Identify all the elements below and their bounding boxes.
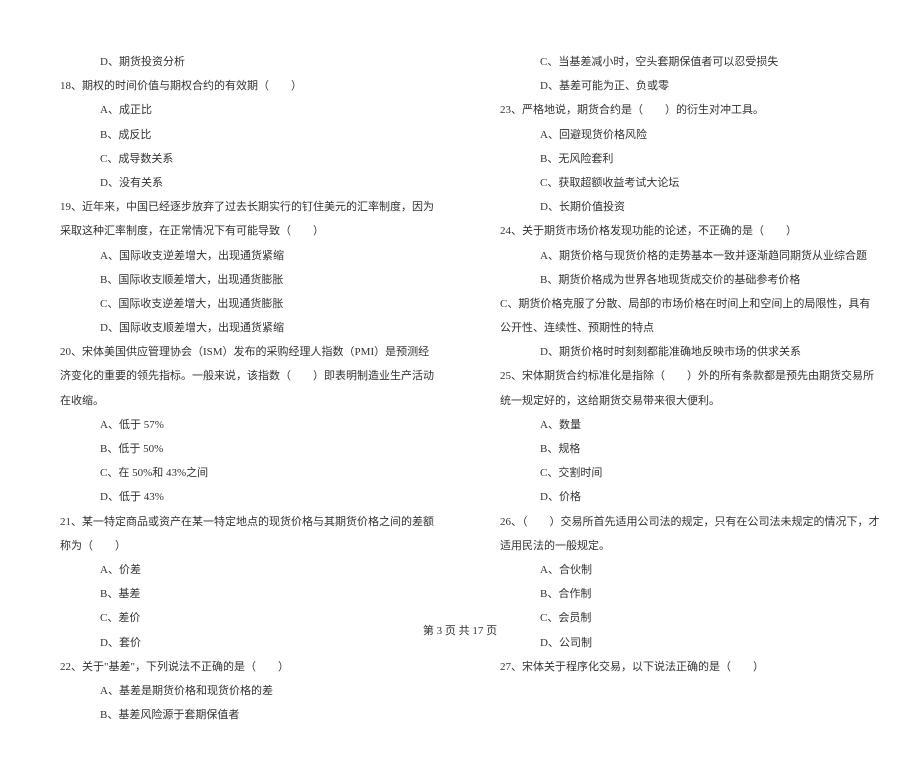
option-a: A、基差是期货价格和现货价格的差 <box>60 679 440 703</box>
option-b: B、合作制 <box>500 582 880 606</box>
option-a: A、期货价格与现货价格的走势基本一致并逐渐趋同期货从业综合题 <box>500 244 880 268</box>
question-20: 20、宋体美国供应管理协会（ISM）发布的采购经理人指数（PMI）是预测经济变化… <box>60 340 440 413</box>
option-d: D、低于 43% <box>60 485 440 509</box>
option-b: B、成反比 <box>60 123 440 147</box>
question-25: 25、宋体期货合约标准化是指除（ ）外的所有条款都是预先由期货交易所统一规定好的… <box>500 364 880 412</box>
option-b: B、国际收支顺差增大，出现通货膨胀 <box>60 268 440 292</box>
option-d: D、期货投资分析 <box>60 50 440 74</box>
question-21: 21、某一特定商品或资产在某一特定地点的现货价格与其期货价格之间的差额称为（ ） <box>60 510 440 558</box>
option-b: B、规格 <box>500 437 880 461</box>
option-c: C、国际收支逆差增大，出现通货膨胀 <box>60 292 440 316</box>
option-d: D、没有关系 <box>60 171 440 195</box>
question-22: 22、关于"基差"，下列说法不正确的是（ ） <box>60 655 440 679</box>
option-a: A、成正比 <box>60 98 440 122</box>
option-c: C、成导数关系 <box>60 147 440 171</box>
option-b: B、基差 <box>60 582 440 606</box>
option-b: B、基差风险源于套期保值者 <box>60 703 440 727</box>
option-d: D、期货价格时时刻刻都能准确地反映市场的供求关系 <box>500 340 880 364</box>
option-d: D、价格 <box>500 485 880 509</box>
option-a: A、回避现货价格风险 <box>500 123 880 147</box>
option-d: D、基差可能为正、负或零 <box>500 74 880 98</box>
option-c: C、交割时间 <box>500 461 880 485</box>
question-26: 26、（ ）交易所首先适用公司法的规定，只有在公司法未规定的情况下，才适用民法的… <box>500 510 880 558</box>
option-b: B、期货价格成为世界各地现货成交价的基础参考价格 <box>500 268 880 292</box>
question-27: 27、宋体关于程序化交易，以下说法正确的是（ ） <box>500 655 880 679</box>
option-a: A、低于 57% <box>60 413 440 437</box>
option-b: B、低于 50% <box>60 437 440 461</box>
option-a: A、国际收支逆差增大，出现通货紧缩 <box>60 244 440 268</box>
option-c: C、期货价格克服了分散、局部的市场价格在时间上和空间上的局限性，具有公开性、连续… <box>500 292 880 340</box>
option-a: A、合伙制 <box>500 558 880 582</box>
option-d: D、长期价值投资 <box>500 195 880 219</box>
question-19: 19、近年来，中国已经逐步放弃了过去长期实行的钉住美元的汇率制度，因为采取这种汇… <box>60 195 440 243</box>
option-a: A、数量 <box>500 413 880 437</box>
page-footer: 第 3 页 共 17 页 <box>0 622 920 638</box>
option-c: C、在 50%和 43%之间 <box>60 461 440 485</box>
question-24: 24、关于期货市场价格发现功能的论述，不正确的是（ ） <box>500 219 880 243</box>
option-c: C、获取超额收益考试大论坛 <box>500 171 880 195</box>
option-b: B、无风险套利 <box>500 147 880 171</box>
option-c: C、当基差减小时，空头套期保值者可以忍受损失 <box>500 50 880 74</box>
option-a: A、价差 <box>60 558 440 582</box>
question-23: 23、严格地说，期货合约是（ ）的衍生对冲工具。 <box>500 98 880 122</box>
option-d: D、国际收支顺差增大，出现通货紧缩 <box>60 316 440 340</box>
question-18: 18、期权的时间价值与期权合约的有效期（ ） <box>60 74 440 98</box>
